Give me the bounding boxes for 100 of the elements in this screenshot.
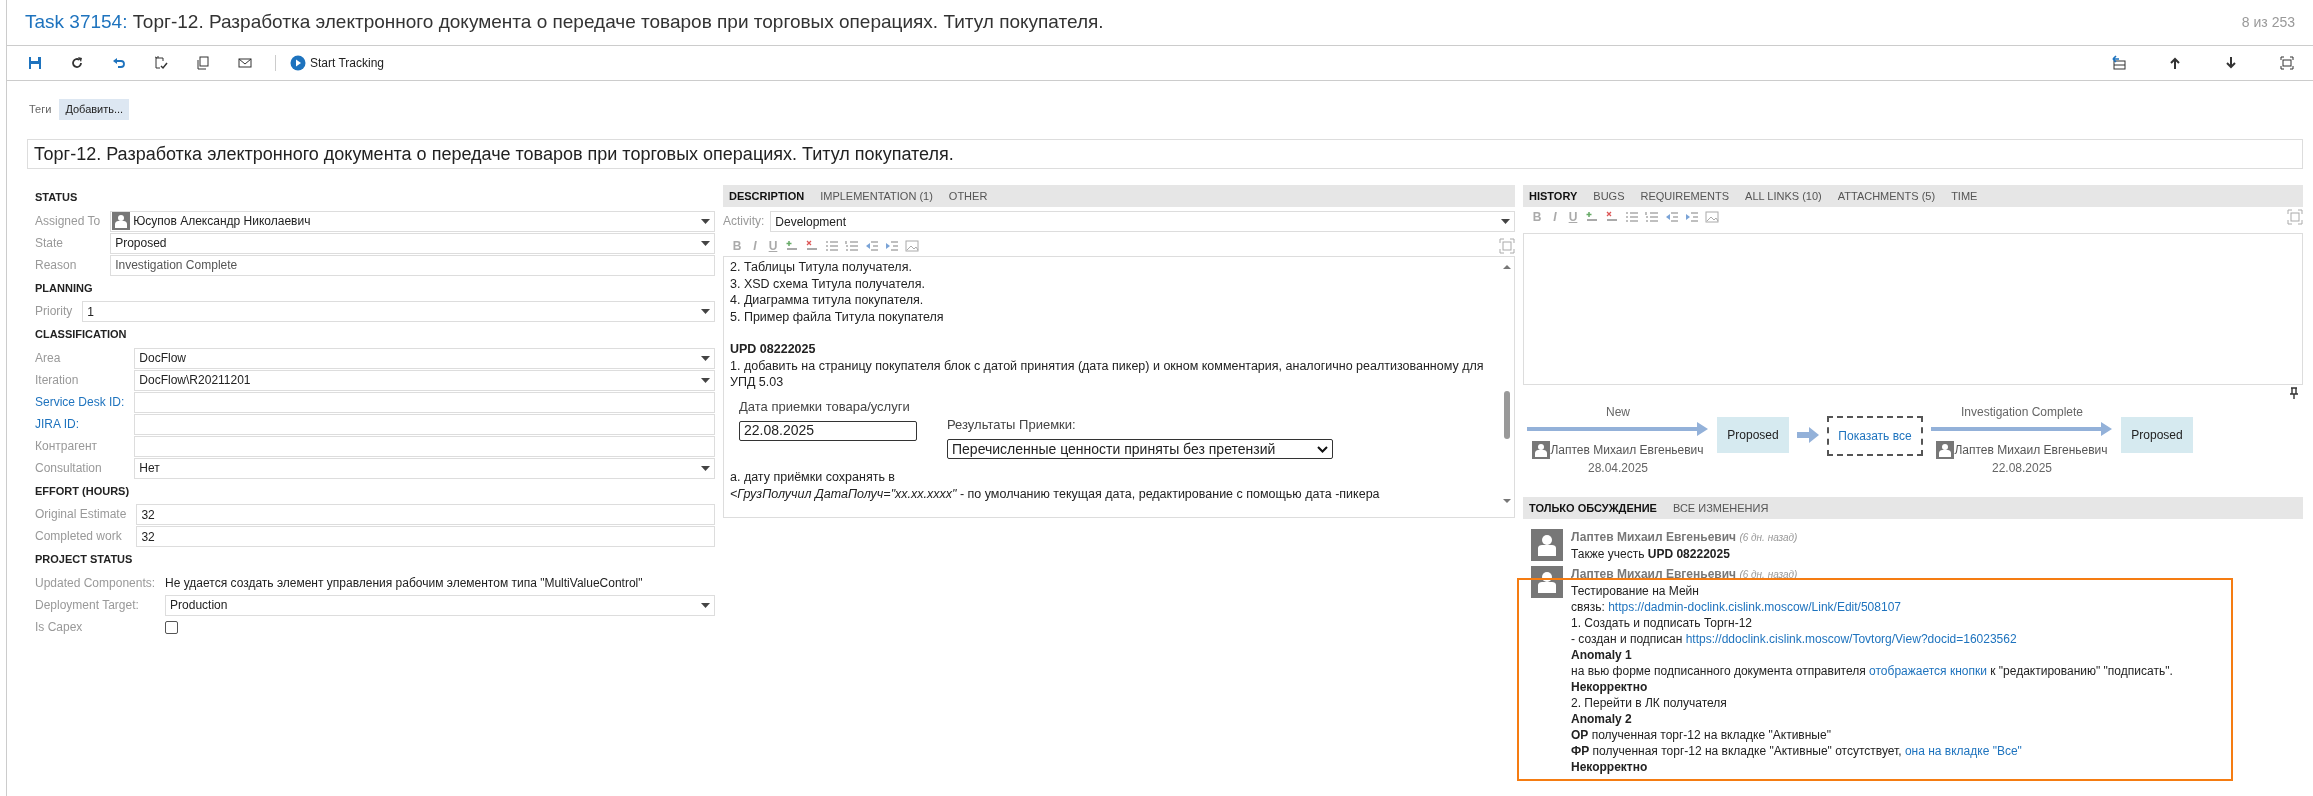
dropdown-field[interactable]: Development (770, 211, 1515, 232)
state-box: Proposed (2121, 417, 2193, 453)
tab[interactable]: DESCRIPTION (727, 187, 807, 205)
tab[interactable]: ATTACHMENTS (5) (1835, 187, 1938, 205)
image-icon (1705, 210, 1719, 224)
text-line: 5. Пример файла Титула покупателя (730, 308, 945, 325)
field-label: Activity: (723, 213, 765, 230)
field-label: Area (35, 349, 62, 367)
bulleted-list-icon (1625, 210, 1639, 224)
checkbox[interactable] (165, 620, 179, 634)
section-heading: PLANNING (35, 280, 94, 296)
comment-line: ОР полученная торг-12 на вкладке "Активные" (1571, 727, 1832, 743)
down-arrow-icon (2223, 55, 2239, 71)
remove-link-icon (805, 239, 819, 253)
tab[interactable]: BUGS (1591, 187, 1627, 205)
transition-label: New (1606, 404, 1630, 421)
transition-date: 22.08.2025 (1991, 460, 2053, 477)
dropdown-caret-icon (701, 355, 710, 361)
comment-line: Также учесть UPD 08222025 (1571, 546, 1731, 562)
field-label: Контрагент (35, 437, 99, 455)
outdent-icon (865, 239, 879, 253)
avatar-icon (1531, 529, 1563, 561)
tab[interactable]: ALL LINKS (10) (1743, 187, 1824, 205)
dropdown-caret-icon (701, 377, 710, 383)
field-label: Consultation (35, 459, 103, 477)
author-name: Лаптев Михаил Евгеньевич (1550, 442, 1704, 459)
mail-icon (237, 55, 253, 71)
dropdown-field[interactable]: 1 (82, 301, 715, 322)
field-label: State (35, 234, 65, 252)
dropdown-field[interactable]: Production (165, 594, 715, 616)
dropdown-field[interactable]: DocFlow (134, 347, 715, 369)
tab[interactable]: HISTORY (1527, 187, 1580, 205)
comment-time: (6 дн. назад) (1739, 532, 1798, 543)
comment-line: Некорректно (1571, 759, 1649, 775)
tab[interactable]: TIME (1949, 187, 1980, 205)
numbered-list-icon (845, 239, 859, 253)
link[interactable]: https://dadmin-doclink.cislink.moscow/Link/Edit/508107 (1608, 600, 1901, 614)
fullscreen-icon (2279, 55, 2295, 71)
comment-line: Anomaly 2 (1571, 711, 1633, 727)
image-icon (905, 239, 919, 253)
tab[interactable]: ВСЕ ИЗМЕНЕНИЯ (1670, 499, 1771, 517)
link[interactable]: https://ddoclink.cislink.moscow/Tovtorg/View?docid=16023562 (1685, 632, 2017, 646)
field-link[interactable]: Service Desk ID: (35, 391, 125, 413)
text-line: <ГрузПолучил ДатаПолуч="xx.xx.xxxx" - по умолчанию текущая дата, редактирование с помощью дата -пикера (730, 485, 1381, 502)
date-field[interactable]: 22.08.2025 (739, 421, 917, 441)
comment-author: Лаптев Михаил Евгеньевич (1571, 530, 1737, 544)
task-link[interactable]: Task 37154: (25, 11, 128, 33)
item-counter: 8 из 253 (2241, 13, 2295, 32)
start-tracking-button[interactable]: Start Tracking (290, 54, 385, 72)
indent-icon (1685, 210, 1699, 224)
link[interactable]: отображается кнопки (1869, 664, 1987, 678)
transition-date: 28.04.2025 (1587, 460, 1649, 477)
title-field[interactable]: Торг-12. Разработка электронного документа о передаче товаров при торговых операциях. Титул покупателя. (27, 139, 2303, 169)
dropdown-caret-icon (701, 602, 710, 608)
dropdown-field[interactable]: Нет (134, 457, 715, 479)
show-all-link[interactable]: Показать все (1827, 416, 1923, 456)
dropdown-caret-icon (701, 309, 710, 314)
dropdown-caret-icon (701, 240, 710, 246)
text-line: 4. Диаграмма титула покупателя. (730, 292, 925, 309)
comment-line: 1. Создать и подписать Торгн-12 (1571, 615, 1753, 631)
insert-link-icon (1585, 210, 1599, 224)
avatar-icon (1936, 441, 1955, 459)
tab[interactable]: OTHER (946, 187, 990, 205)
pin-icon (2289, 387, 2299, 399)
avatar-icon (112, 212, 131, 230)
comment-line: Некорректно (1571, 679, 1649, 695)
field-label: Priority (35, 303, 73, 320)
chevron-icon (1317, 445, 1328, 453)
numbered-list-icon (1645, 210, 1659, 224)
form-label: Результаты Приемки: (947, 416, 1077, 433)
dropdown-field[interactable]: DocFlow\R20211201 (134, 369, 715, 391)
tab[interactable]: REQUIREMENTS (1638, 187, 1732, 205)
input-field[interactable]: 32 (136, 526, 715, 547)
undo-icon (111, 55, 127, 71)
text-heading: UPD 08222025 (730, 341, 817, 358)
tags-label: Теги (29, 103, 52, 115)
outdent-icon (1665, 210, 1679, 224)
assignee-dropdown[interactable]: Юсупов Александр Николаевич (110, 210, 715, 232)
comment-line: связь: https://dadmin-doclink.cislink.moscow/Link/Edit/508107 (1571, 599, 1902, 615)
input-field[interactable] (134, 435, 715, 457)
work-item-title: Task 37154: Торг-12. Разработка электронного документа о передаче товаров при торговых операциях. Титул покупателя. (25, 10, 1104, 35)
indent-icon (885, 239, 899, 253)
dropdown-field[interactable]: Proposed (110, 232, 715, 254)
tab[interactable]: IMPLEMENTATION (1) (818, 187, 935, 205)
text-line: 2. Таблицы Титула получателя. (730, 259, 913, 276)
link[interactable]: она на вкладке "Все" (1904, 744, 2022, 758)
field-link[interactable]: JIRA ID: (35, 413, 125, 435)
state-box: Proposed (1717, 417, 1789, 453)
maximize-icon (2287, 209, 2303, 225)
input-field[interactable] (134, 413, 715, 435)
dropdown-caret-icon (701, 218, 710, 224)
result-dropdown[interactable]: Перечисленные ценности приняты без претензий (947, 439, 1333, 459)
refresh-icon (69, 55, 85, 71)
comment-line: на вью форме подписанного документа отправителя отображается кнопки к "редактированию" "подписать". (1571, 663, 2173, 679)
dropdown-caret-icon (701, 465, 710, 471)
arrow-icon (1797, 426, 1819, 443)
add-tag-button[interactable]: Добавить... (59, 99, 130, 120)
tab[interactable]: ТОЛЬКО ОБСУЖДЕНИЕ (1527, 499, 1659, 517)
input-field[interactable] (134, 391, 715, 413)
input-field[interactable]: 32 (136, 504, 715, 525)
